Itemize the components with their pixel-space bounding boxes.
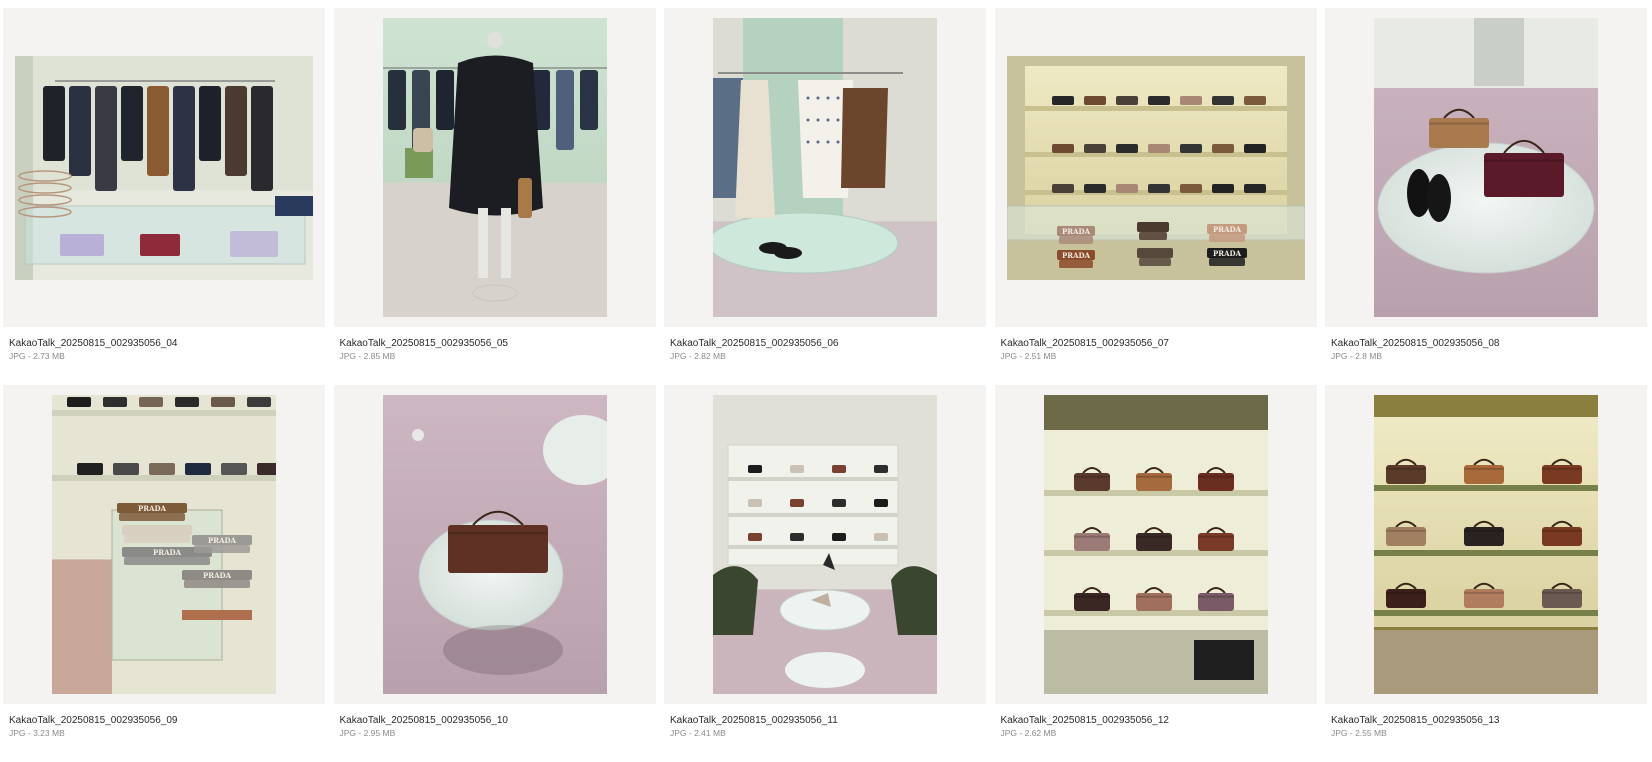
file-info: JPG - 3.23 MB: [9, 728, 65, 738]
photo-image: [713, 18, 937, 317]
photo-image: [15, 55, 313, 280]
photo-image: [1374, 18, 1598, 317]
file-info: JPG - 2.8 MB: [1331, 351, 1383, 361]
photo-image: PRADA PRADA PRADA PRADA: [1006, 55, 1305, 280]
thumbnail-frame: [994, 385, 1317, 704]
file-meta: KakaoTalk_20250815_002935056_08 JPG - 2.8…: [1331, 338, 1500, 362]
svg-text:PRADA: PRADA: [1061, 227, 1090, 236]
file-meta: KakaoTalk_20250815_002935056_06 JPG - 2.8…: [670, 338, 839, 362]
thumbnail-frame: [3, 8, 325, 327]
svg-text:PRADA: PRADA: [208, 536, 237, 545]
svg-text:PRADA: PRADA: [138, 504, 167, 513]
file-info: JPG - 2.62 MB: [1000, 728, 1057, 738]
thumbnail-frame: [664, 385, 986, 704]
file-info: JPG - 2.51 MB: [1000, 351, 1057, 361]
gallery-item[interactable]: KakaoTalk_20250815_002935056_06 JPG - 2.8…: [664, 8, 986, 385]
file-name[interactable]: KakaoTalk_20250815_002935056_08: [1331, 338, 1500, 350]
file-info: JPG - 2.82 MB: [670, 351, 726, 361]
svg-text:PRADA: PRADA: [153, 548, 182, 557]
file-info: JPG - 2.55 MB: [1331, 728, 1387, 738]
photo-thumbnail[interactable]: [15, 55, 313, 280]
file-name[interactable]: KakaoTalk_20250815_002935056_05: [340, 338, 509, 350]
file-info: JPG - 2.85 MB: [339, 351, 396, 361]
photo-image: [1374, 395, 1598, 694]
thumbnail-frame: [664, 8, 986, 327]
photo-thumbnail[interactable]: PRADA PRADA PRADA PRADA: [52, 395, 276, 694]
photo-image: [382, 18, 607, 317]
svg-text:PRADA: PRADA: [1212, 225, 1241, 234]
file-meta: KakaoTalk_20250815_002935056_09 JPG - 3.2…: [9, 715, 178, 739]
file-name[interactable]: KakaoTalk_20250815_002935056_07: [1001, 338, 1170, 350]
file-name[interactable]: KakaoTalk_20250815_002935056_06: [670, 338, 839, 350]
file-name[interactable]: KakaoTalk_20250815_002935056_09: [9, 715, 178, 727]
photo-thumbnail[interactable]: [713, 18, 937, 317]
photo-thumbnail[interactable]: [382, 395, 607, 694]
file-meta: KakaoTalk_20250815_002935056_04 JPG - 2.7…: [9, 338, 178, 362]
gallery-item[interactable]: KakaoTalk_20250815_002935056_05 JPG - 2.8…: [333, 8, 656, 385]
photo-thumbnail[interactable]: [713, 395, 937, 694]
thumbnail-frame: PRADA PRADA PRADA PRADA: [994, 8, 1317, 327]
photo-image: [382, 395, 607, 694]
thumbnail-frame: PRADA PRADA PRADA PRADA: [3, 385, 325, 704]
gallery-item[interactable]: KakaoTalk_20250815_002935056_11 JPG - 2.4…: [664, 385, 986, 762]
svg-text:PRADA: PRADA: [1212, 249, 1241, 258]
file-meta: KakaoTalk_20250815_002935056_13 JPG - 2.5…: [1331, 715, 1500, 739]
file-meta: KakaoTalk_20250815_002935056_07 JPG - 2.5…: [1001, 338, 1170, 362]
file-info: JPG - 2.95 MB: [339, 728, 396, 738]
photo-image: [713, 395, 937, 694]
svg-text:PRADA: PRADA: [203, 571, 232, 580]
photo-thumbnail[interactable]: [1374, 395, 1598, 694]
photo-thumbnail[interactable]: PRADA PRADA PRADA PRADA: [1006, 55, 1305, 280]
file-name[interactable]: KakaoTalk_20250815_002935056_11: [670, 715, 838, 727]
photo-image: [1043, 395, 1268, 694]
gallery-item[interactable]: KakaoTalk_20250815_002935056_12 JPG - 2.6…: [994, 385, 1317, 762]
thumbnail-frame: [333, 385, 656, 704]
file-info: JPG - 2.41 MB: [670, 728, 726, 738]
file-name[interactable]: KakaoTalk_20250815_002935056_04: [9, 338, 178, 350]
file-name[interactable]: KakaoTalk_20250815_002935056_12: [1001, 715, 1170, 727]
file-name[interactable]: KakaoTalk_20250815_002935056_13: [1331, 715, 1500, 727]
file-meta: KakaoTalk_20250815_002935056_05 JPG - 2.8…: [340, 338, 509, 362]
image-gallery-grid: KakaoTalk_20250815_002935056_04 JPG - 2.7…: [3, 8, 1647, 762]
gallery-item[interactable]: KakaoTalk_20250815_002935056_10 JPG - 2.9…: [333, 385, 656, 762]
file-meta: KakaoTalk_20250815_002935056_12 JPG - 2.6…: [1001, 715, 1170, 739]
svg-text:PRADA: PRADA: [1061, 251, 1090, 260]
gallery-item[interactable]: PRADA PRADA PRADA PRADA KakaoTalk_20250815_0…: [994, 8, 1317, 385]
thumbnail-frame: [333, 8, 656, 327]
photo-thumbnail[interactable]: [1043, 395, 1268, 694]
file-meta: KakaoTalk_20250815_002935056_10 JPG - 2.9…: [340, 715, 509, 739]
photo-thumbnail[interactable]: [382, 18, 607, 317]
thumbnail-frame: [1325, 8, 1647, 327]
gallery-item[interactable]: KakaoTalk_20250815_002935056_04 JPG - 2.7…: [3, 8, 325, 385]
file-name[interactable]: KakaoTalk_20250815_002935056_10: [340, 715, 509, 727]
file-info: JPG - 2.73 MB: [9, 351, 65, 361]
photo-image: PRADA PRADA PRADA PRADA: [52, 395, 276, 694]
file-meta: KakaoTalk_20250815_002935056_11 JPG - 2.4…: [670, 715, 838, 739]
gallery-item[interactable]: PRADA PRADA PRADA PRADA KakaoTalk_20250815_0…: [3, 385, 325, 762]
gallery-item[interactable]: KakaoTalk_20250815_002935056_08 JPG - 2.8…: [1325, 8, 1647, 385]
photo-thumbnail[interactable]: [1374, 18, 1598, 317]
gallery-item[interactable]: KakaoTalk_20250815_002935056_13 JPG - 2.5…: [1325, 385, 1647, 762]
thumbnail-frame: [1325, 385, 1647, 704]
